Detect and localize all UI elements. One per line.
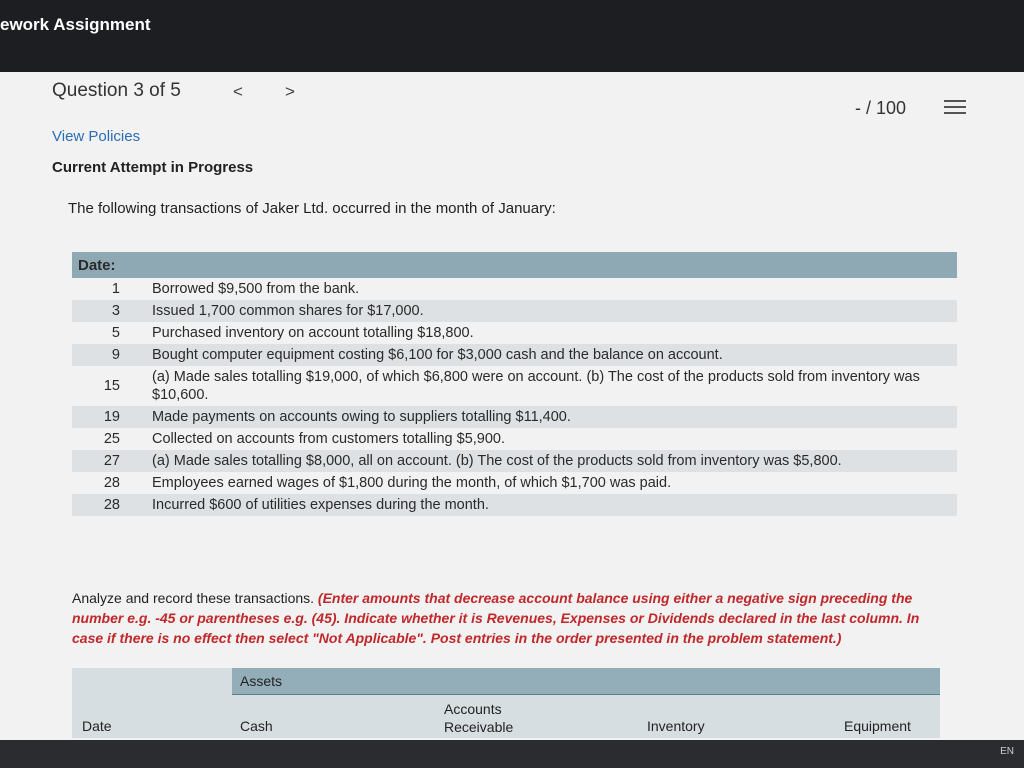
question-list-icon[interactable] [944, 100, 966, 118]
table-row: 3 Issued 1,700 common shares for $17,000. [72, 300, 957, 322]
row-day: 3 [72, 300, 146, 322]
table-row: 9 Bought computer equipment costing $6,10… [72, 344, 957, 366]
problem-intro: The following transactions of Jaker Ltd.… [68, 200, 556, 217]
table-row: 28 Incurred $600 of utilities expenses du… [72, 494, 957, 516]
row-day: 5 [111, 325, 120, 341]
row-day: 27 [72, 450, 146, 472]
table-row: 27 (a) Made sales totalling $8,000, all o… [72, 450, 957, 472]
language-indicator[interactable]: EN [1000, 746, 1014, 757]
row-day: 1 [111, 281, 120, 297]
row-text: Employees earned wages of $1,800 during … [152, 475, 672, 491]
row-text: Borrowed $9,500 from the bank. [152, 281, 360, 297]
table-row: 25 Collected on accounts from customers t… [72, 428, 957, 450]
taskbar: EN [0, 740, 1024, 768]
app-header: ework Assignment [0, 0, 1024, 72]
row-day: 15 [103, 378, 120, 394]
view-policies-link[interactable]: View Policies [52, 128, 140, 145]
row-text: Purchased inventory on account totalling… [152, 325, 474, 341]
table-row: 15 (a) Made sales totalling $19,000, of w… [72, 366, 957, 406]
instructions: Analyze and record these transactions. (… [72, 588, 952, 648]
row-text: Bought computer equipment costing $6,100… [146, 344, 957, 366]
assets-group-header: Assets [232, 668, 940, 695]
answer-grid-header: Assets Date Cash Accounts Receivable Inv… [72, 668, 940, 738]
score-display: - / 100 [855, 98, 907, 118]
row-text: Collected on accounts from customers tot… [152, 431, 506, 447]
column-date: Date [82, 718, 112, 734]
row-text: Issued 1,700 common shares for $17,000. [146, 300, 957, 322]
table-row: 19 Made payments on accounts owing to sup… [72, 406, 957, 428]
question-counter: Question 3 of 5 [52, 80, 181, 101]
column-inventory: Inventory [647, 718, 705, 734]
column-cash: Cash [240, 718, 273, 734]
row-text: Incurred $600 of utilities expenses duri… [146, 494, 957, 516]
instructions-text: Analyze and record these transactions. [72, 590, 318, 606]
prev-question-button[interactable]: < [233, 82, 243, 102]
row-text: (a) Made sales totalling $19,000, of whi… [152, 369, 920, 403]
column-accounts-receivable: Accounts Receivable [444, 701, 514, 735]
row-day: 28 [103, 475, 120, 491]
row-text: (a) Made sales totalling $8,000, all on … [146, 450, 957, 472]
table-row: 5 Purchased inventory on account totallin… [72, 322, 957, 344]
next-question-button[interactable]: > [285, 82, 295, 102]
row-day: 25 [103, 431, 120, 447]
table-row: 1 Borrowed $9,500 from the bank. [72, 278, 957, 300]
app-title: ework Assignment [0, 15, 151, 34]
column-equipment: Equipment [844, 718, 911, 734]
attempt-status: Current Attempt in Progress [52, 159, 254, 176]
row-text: Made payments on accounts owing to suppl… [146, 406, 957, 428]
table-row: 28 Employees earned wages of $1,800 durin… [72, 472, 957, 494]
row-day: 9 [72, 344, 146, 366]
row-day: 19 [72, 406, 146, 428]
date-header: Date: [72, 252, 957, 278]
transactions-table: Date: 1 Borrowed $9,500 from the bank. 3I… [72, 252, 957, 516]
row-day: 28 [72, 494, 146, 516]
assets-label: Assets [240, 673, 283, 689]
